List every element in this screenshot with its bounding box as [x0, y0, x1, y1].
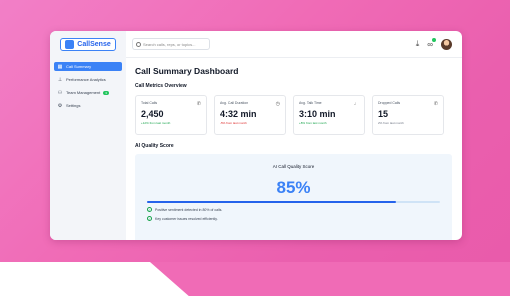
metric-label: Total Calls	[141, 101, 158, 105]
phone-missed-icon: ✆	[433, 101, 438, 107]
app-body: ▦ Call Summary ⊥ Performance Analytics ⚇…	[50, 58, 462, 240]
notification-dot	[432, 37, 436, 42]
main-content: Call Summary Dashboard Call Metrics Over…	[126, 58, 462, 240]
grid-icon: ▦	[57, 63, 63, 70]
quality-score: 85%	[276, 178, 311, 197]
quality-item: ✓ Key customer issues resolved efficient…	[147, 216, 440, 221]
metric-change: 2% from last month	[378, 121, 404, 125]
metric-change: -5% from last month	[220, 121, 247, 125]
app-window: CallSense Search calls, reps, or topics.…	[50, 31, 462, 240]
quality-panel: AI Call Quality Score 85% ✓ Positive sen…	[135, 154, 452, 240]
check-icon: ✓	[147, 207, 152, 212]
check-icon: ✓	[147, 216, 152, 221]
metric-label: Dropped Calls	[378, 101, 401, 105]
quality-item-text: Positive sentiment detected in 80% of ca…	[155, 207, 223, 212]
sidebar-item-label: Settings	[66, 103, 81, 108]
sidebar-item-label: Call Summary	[66, 64, 92, 69]
sidebar-item-team-management[interactable]: ⚇ Team Management 3	[54, 88, 122, 97]
page-title: Call Summary Dashboard	[135, 66, 239, 76]
quality-item: ✓ Positive sentiment detected in 80% of …	[147, 207, 440, 212]
sidebar-item-call-summary[interactable]: ▦ Call Summary	[54, 62, 122, 71]
background-band-accent	[150, 262, 510, 296]
metric-change: +8% from last month	[299, 121, 327, 125]
metric-value: 3:10 min	[299, 109, 336, 119]
users-icon: ⚇	[57, 89, 63, 96]
logo-area: CallSense	[50, 31, 126, 58]
metric-card-avg-talk-time[interactable]: Avg. Talk Time ♩ 3:10 min +8% from last …	[293, 95, 365, 135]
quality-section-title: AI Quality Score	[135, 143, 174, 149]
metric-card-dropped-calls[interactable]: Dropped Calls ✆ 15 2% from last month	[372, 95, 444, 135]
metric-card-avg-call-duration[interactable]: Avg. Call Duration ◷ 4:32 min -5% from l…	[214, 95, 286, 135]
avatar[interactable]	[441, 38, 452, 50]
quality-progress-track	[147, 201, 440, 203]
quality-panel-title: AI Call Quality Score	[272, 164, 315, 169]
sidebar: ▦ Call Summary ⊥ Performance Analytics ⚇…	[50, 58, 126, 240]
sidebar-item-label: Performance Analytics	[66, 77, 106, 82]
phone-icon: ✆	[196, 101, 201, 107]
metrics-section-title: Call Metrics Overview	[135, 83, 187, 89]
metric-label: Avg. Call Duration	[220, 101, 249, 105]
logo-icon	[65, 39, 75, 49]
gear-icon: ⚙	[57, 102, 63, 109]
metric-value: 4:32 min	[220, 109, 257, 119]
metric-label: Avg. Talk Time	[299, 101, 322, 105]
clock-icon: ◷	[275, 101, 280, 107]
metric-value: 2,450	[141, 109, 164, 119]
sidebar-item-performance-analytics[interactable]: ⊥ Performance Analytics	[54, 75, 122, 84]
metric-change: +12% from last month	[141, 121, 171, 125]
top-actions: ⤓ ∞	[416, 37, 462, 50]
app-name: CallSense	[77, 40, 111, 48]
sidebar-item-settings[interactable]: ⚙ Settings	[54, 101, 122, 110]
search-input[interactable]: Search calls, reps, or topics...	[143, 42, 195, 47]
top-bar: CallSense Search calls, reps, or topics.…	[50, 31, 462, 58]
quality-item-text: Key customer issues resolved efficiently…	[155, 216, 218, 221]
team-badge: 3	[103, 90, 109, 95]
mic-icon: ♩	[354, 101, 359, 107]
metrics-cards: Total Calls ✆ 2,450 +12% from last month…	[135, 95, 452, 135]
quality-progress-fill	[147, 201, 397, 203]
sidebar-item-label: Team Management	[66, 90, 101, 95]
search-box[interactable]: Search calls, reps, or topics...	[132, 38, 210, 50]
metric-value: 15	[378, 109, 389, 119]
metric-card-total-calls[interactable]: Total Calls ✆ 2,450 +12% from last month	[135, 95, 207, 135]
search-icon	[136, 41, 141, 47]
download-icon[interactable]: ⤓	[416, 39, 420, 49]
app-logo[interactable]: CallSense	[60, 37, 116, 51]
chart-icon: ⊥	[57, 76, 63, 83]
notification-icon[interactable]: ∞	[427, 37, 436, 49]
